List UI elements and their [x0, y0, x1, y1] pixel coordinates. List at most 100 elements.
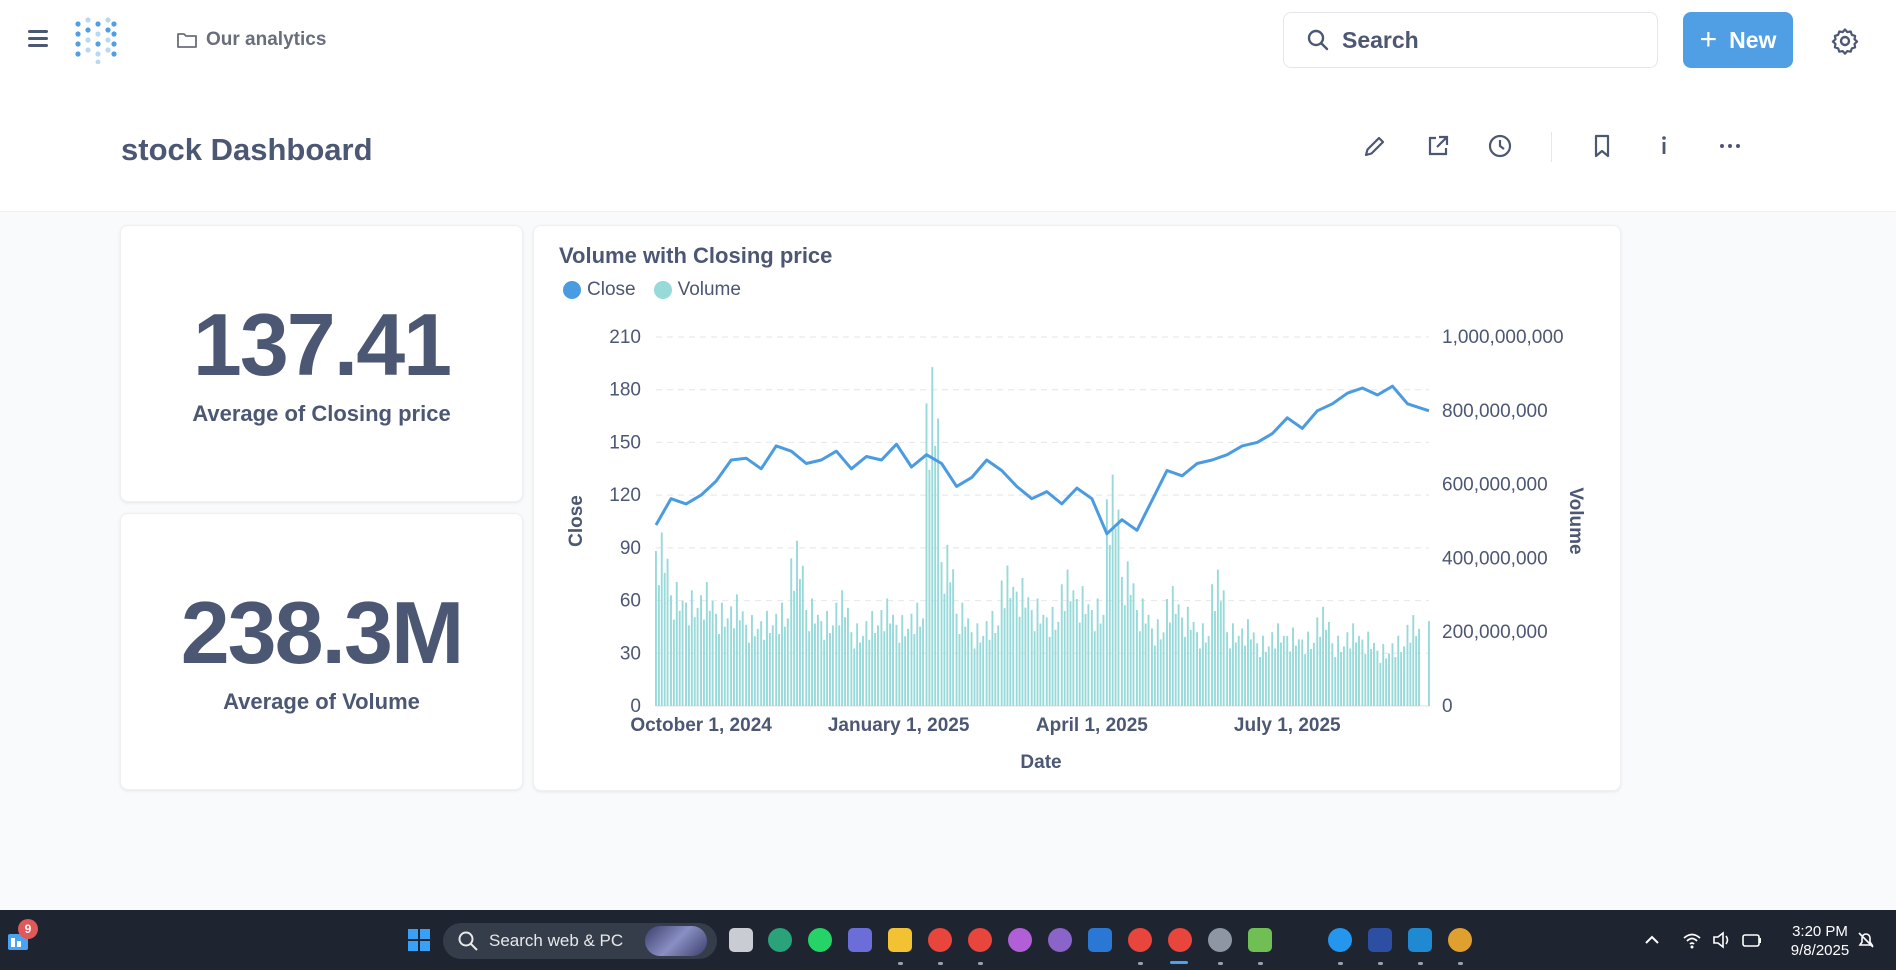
- more-icon[interactable]: [1716, 132, 1744, 160]
- volume-bar: [856, 623, 859, 706]
- volume-bar: [1168, 622, 1171, 706]
- clock-icon[interactable]: [1486, 132, 1514, 160]
- taskbar-search[interactable]: Search web & PC: [443, 923, 717, 959]
- volume-bar: [715, 613, 718, 706]
- task-view-icon[interactable]: [729, 928, 753, 952]
- github-icon[interactable]: [1048, 928, 1072, 952]
- volume-bar: [1006, 565, 1009, 706]
- volume-bar: [889, 623, 892, 706]
- settings-app-icon[interactable]: [1208, 928, 1232, 952]
- vscode-icon[interactable]: [1408, 928, 1432, 952]
- volume-bar: [1117, 509, 1120, 706]
- slack-icon[interactable]: [1448, 928, 1472, 952]
- avg-volume-card[interactable]: 238.3M Average of Volume: [120, 513, 523, 790]
- avg-close-label[interactable]: Average of Closing price: [192, 401, 450, 427]
- volume-bar: [1334, 657, 1337, 706]
- volume-bar: [783, 626, 786, 706]
- combo-chart[interactable]: 0 30 60 90 120 150 180 210 0 200,000,000 400,000,0…: [534, 226, 1622, 792]
- volume-bar: [1373, 642, 1375, 706]
- legend-item-volume[interactable]: Volume: [653, 279, 741, 301]
- outlook-icon[interactable]: [1088, 928, 1112, 952]
- chart-card[interactable]: 0 30 60 90 120 150 180 210 0 200,000,000 400,000,0…: [533, 225, 1621, 791]
- volume-bar: [1244, 645, 1246, 706]
- volume-bar: [859, 642, 861, 706]
- notification-bell-icon[interactable]: [1856, 930, 1876, 950]
- volume-bar: [1018, 616, 1021, 706]
- chrome-active-icon[interactable]: [1168, 928, 1192, 952]
- avg-volume-value: 238.3M: [180, 582, 465, 682]
- chevron-up-icon[interactable]: [1644, 932, 1660, 948]
- volume-bar: [1267, 646, 1270, 706]
- wifi-icon[interactable]: [1682, 930, 1702, 950]
- volume-bar: [1048, 636, 1051, 706]
- volume-bar: [1186, 606, 1189, 706]
- legend-item-close[interactable]: Close: [563, 279, 636, 301]
- volume-bar: [826, 610, 829, 706]
- volume-bar: [1036, 598, 1039, 706]
- docker-icon[interactable]: [1328, 928, 1352, 952]
- gear-icon[interactable]: [1831, 27, 1859, 55]
- volume-bar: [1144, 623, 1147, 706]
- file-explorer-icon[interactable]: [888, 928, 912, 952]
- bookmark-icon[interactable]: [1588, 132, 1616, 160]
- volume-bar: [1183, 636, 1186, 706]
- notepad-icon[interactable]: [1248, 928, 1272, 952]
- volume-bar: [1327, 621, 1330, 706]
- new-button[interactable]: + New: [1683, 12, 1793, 68]
- menu-icon[interactable]: [28, 30, 52, 52]
- volume-bar: [1102, 614, 1105, 706]
- volume-bar: [660, 532, 663, 706]
- volume-bar: [1216, 569, 1219, 706]
- search-bar[interactable]: Search: [1283, 12, 1658, 68]
- volume-bar: [730, 606, 733, 706]
- avg-close-card[interactable]: 137.41 Average of Closing price: [120, 225, 523, 502]
- volume-bar: [1312, 642, 1315, 706]
- app-icon[interactable]: [1008, 928, 1032, 952]
- edge-icon[interactable]: [768, 928, 792, 952]
- volume-bar: [1196, 632, 1198, 706]
- pencil-icon[interactable]: [1361, 132, 1389, 160]
- volume-bar: [1391, 643, 1394, 706]
- volume-bar: [1394, 657, 1397, 706]
- share-icon[interactable]: [1424, 132, 1452, 160]
- volume-bar: [904, 636, 907, 706]
- notification-badge: 9: [18, 919, 38, 939]
- volume-bar: [1033, 631, 1036, 706]
- volume-bar: [1376, 650, 1379, 706]
- info-icon[interactable]: [1650, 132, 1678, 160]
- volume-bar: [1021, 577, 1024, 706]
- volume-bar: [687, 625, 690, 706]
- volume-bar: [733, 628, 735, 706]
- volume-icon[interactable]: [1712, 930, 1732, 950]
- volume-bar: [771, 625, 774, 706]
- avg-volume-label[interactable]: Average of Volume: [223, 689, 420, 715]
- volume-bar: [1241, 628, 1244, 706]
- volume-bar: [778, 634, 781, 706]
- volume-bar: [1057, 621, 1060, 706]
- chart-title[interactable]: Volume with Closing price: [559, 243, 832, 269]
- chrome-icon[interactable]: [968, 928, 992, 952]
- volume-bar: [681, 600, 684, 706]
- teams-icon[interactable]: [848, 928, 872, 952]
- breadcrumb[interactable]: Our analytics: [176, 28, 326, 52]
- breadcrumb-collection[interactable]: Our analytics: [206, 29, 326, 51]
- volume-bar: [823, 639, 826, 706]
- chrome-icon[interactable]: [928, 928, 952, 952]
- volume-bar: [919, 626, 922, 706]
- metabase-logo[interactable]: [74, 16, 118, 64]
- volume-bar: [718, 634, 720, 706]
- volume-bar: [1370, 648, 1373, 706]
- volume-bar: [844, 617, 846, 706]
- volume-bar: [1042, 614, 1045, 706]
- chrome-icon[interactable]: [1128, 928, 1152, 952]
- windows-start-icon[interactable]: [408, 929, 430, 951]
- powershell-icon[interactable]: [1368, 928, 1392, 952]
- volume-bar: [1237, 635, 1240, 706]
- volume-bar: [708, 610, 711, 706]
- volume-bar: [1151, 628, 1153, 706]
- new-button-label: New: [1729, 26, 1777, 53]
- whatsapp-icon[interactable]: [808, 928, 832, 952]
- volume-bar: [988, 639, 991, 706]
- volume-bar: [982, 635, 985, 706]
- volume-bar: [1214, 611, 1216, 706]
